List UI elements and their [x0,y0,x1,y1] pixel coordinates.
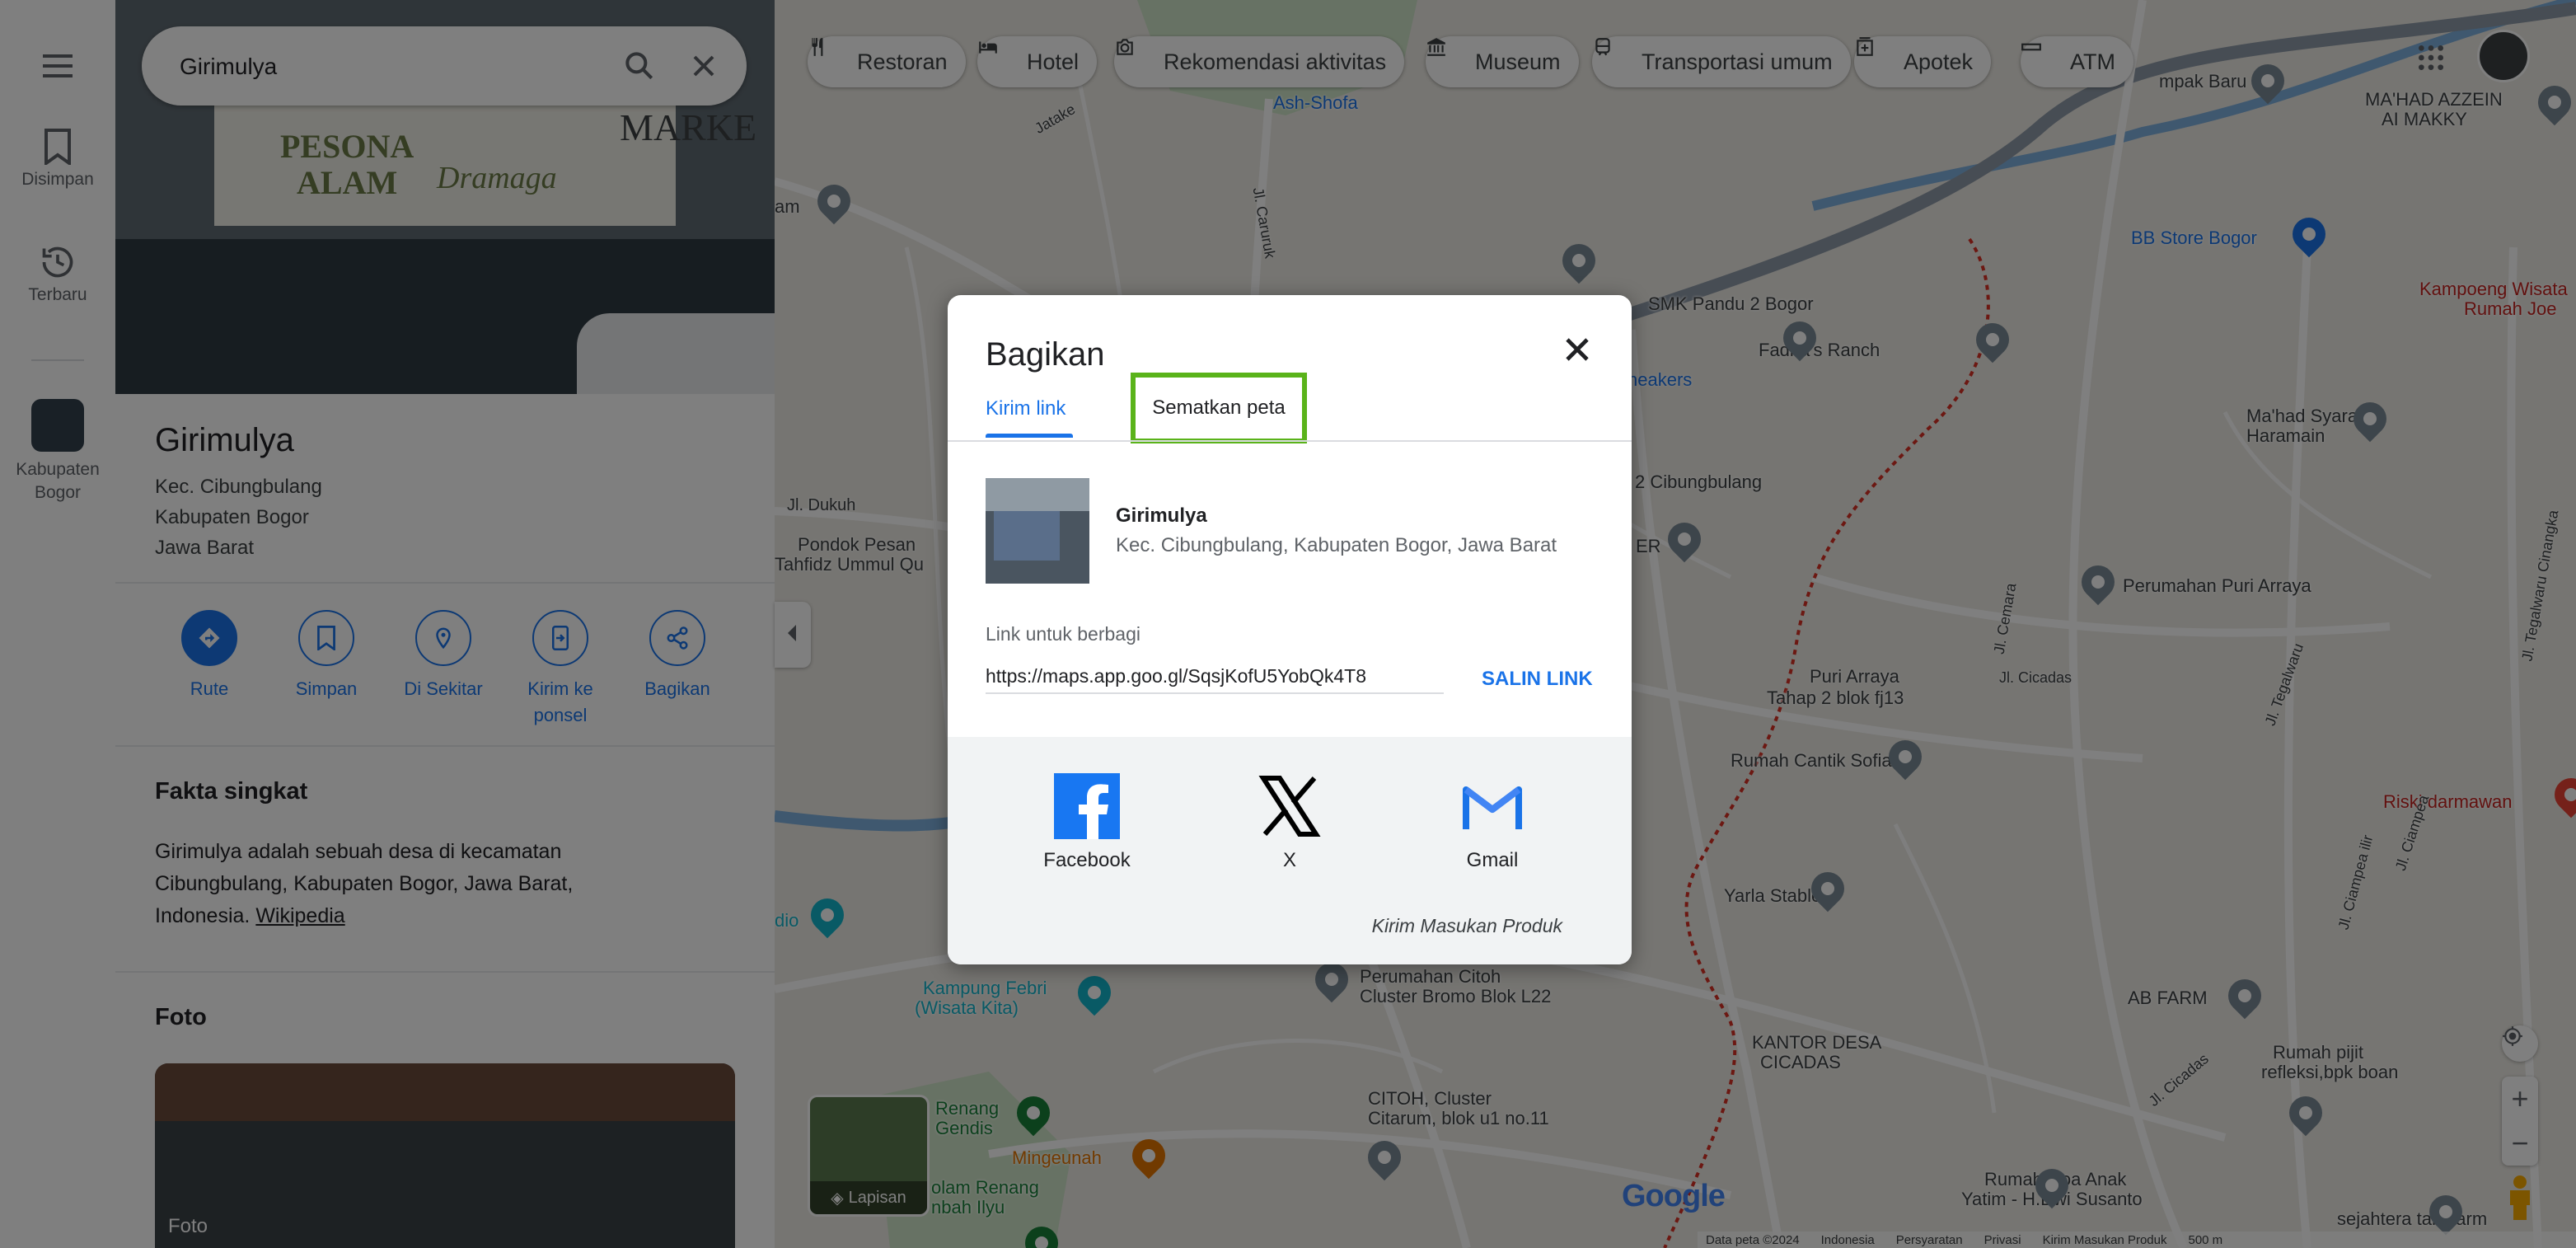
thumbnail-house [994,511,1060,561]
link-label: Link untuk berbagi [986,623,1140,645]
social-label: X [1282,849,1296,871]
dialog-place-address: Kec. Cibungbulang, Kabupaten Bogor, Jawa… [1116,534,1557,556]
tab-send-link[interactable]: Kirim link [986,397,1066,420]
close-icon[interactable] [1557,330,1597,369]
x-icon [1257,773,1323,839]
dialog-place-name: Girimulya [1116,504,1207,527]
copy-link-button[interactable]: SALIN LINK [1482,668,1593,691]
social-label: Gmail [1466,849,1519,871]
tabs-divider [948,440,1632,442]
facebook-icon [1054,773,1120,839]
share-gmail-button[interactable]: Gmail [1422,773,1562,872]
share-facebook-button[interactable]: Facebook [1017,773,1157,872]
share-x-button[interactable]: X [1220,773,1360,872]
share-dialog: Bagikan Kirim link Sematkan peta Girimul… [948,295,1632,964]
dialog-title: Bagikan [986,336,1105,373]
tab-embed-map-label: Sematkan peta [1152,396,1286,419]
social-label: Facebook [1043,849,1131,871]
active-tab-indicator [986,434,1073,438]
share-options-area: Facebook X Gmail Kirim Masukan Produk [948,737,1632,964]
thumbnail-sky [986,478,1089,511]
gmail-icon [1459,773,1525,839]
tab-embed-map[interactable]: Sematkan peta [1131,373,1307,443]
send-feedback-link[interactable]: Kirim Masukan Produk [1372,915,1562,937]
share-link-field[interactable] [986,659,1444,694]
place-thumbnail [986,478,1089,584]
